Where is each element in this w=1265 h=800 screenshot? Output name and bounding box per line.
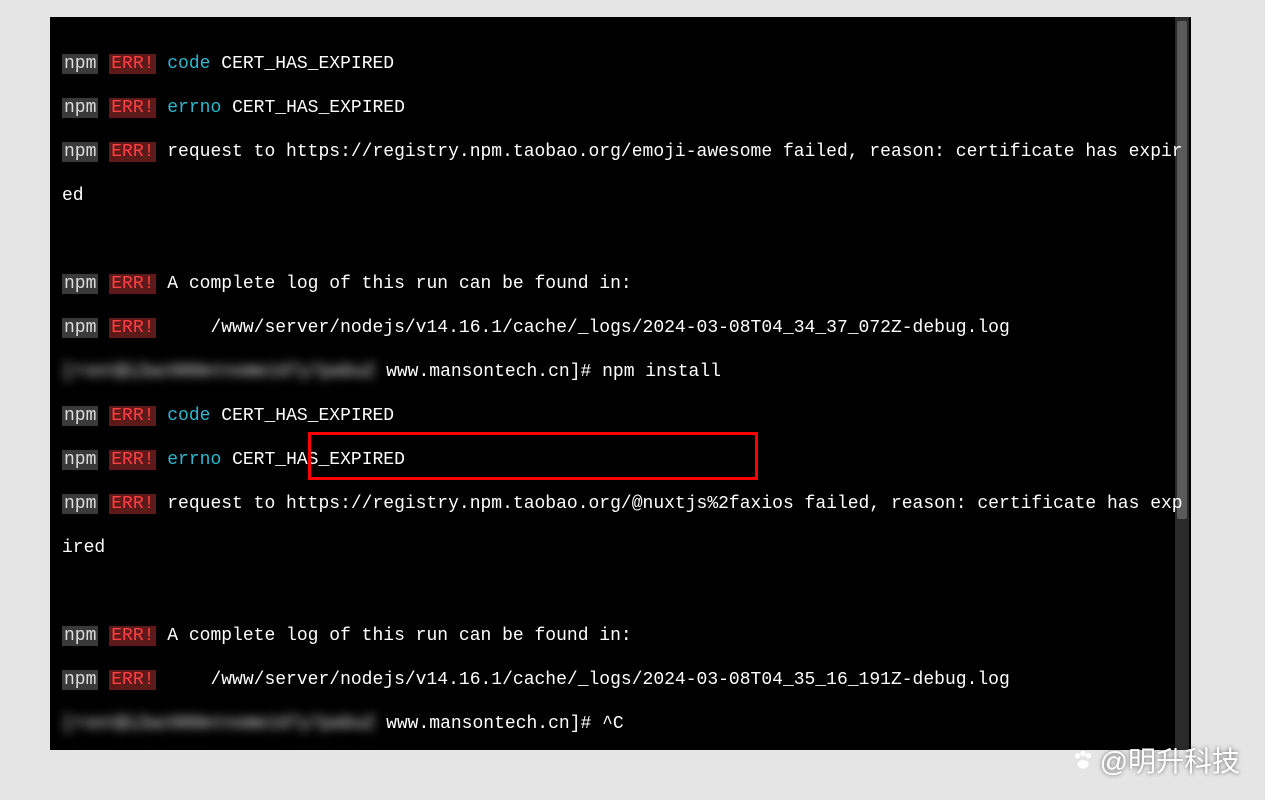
prompt-blurred-1: [root@iZwz980etnome1d7y7pabuZ [62,362,375,382]
request-error-2-cont: ired [62,537,1191,559]
request-error-1: request to https://registry.npm.taobao.o… [156,142,1182,162]
npm-label: npm [62,318,98,338]
npm-label: npm [62,98,98,118]
watermark-text: @明升科技 [1100,740,1240,780]
npm-label: npm [62,450,98,470]
err-code-key-2: code [167,406,210,426]
log-msg-1: A complete log of this run can be found … [156,274,631,294]
err-label: ERR! [109,626,156,646]
errno-key: errno [167,98,221,118]
err-code-key: code [167,54,210,74]
npm-label: npm [62,626,98,646]
err-label: ERR! [109,54,156,74]
watermark: @明升科技 [1070,740,1240,780]
err-label: ERR! [109,98,156,118]
npm-label: npm [62,142,98,162]
prompt-cmd-2: www.mansontech.cn]# ^C [375,714,623,734]
paw-icon [1070,747,1096,773]
npm-label: npm [62,494,98,514]
request-error-2: request to https://registry.npm.taobao.o… [156,494,1182,514]
err-label: ERR! [109,274,156,294]
npm-label: npm [62,54,98,74]
log-path-1: /www/server/nodejs/v14.16.1/cache/_logs/… [156,318,1009,338]
log-path-2: /www/server/nodejs/v14.16.1/cache/_logs/… [156,670,1009,690]
err-label: ERR! [109,670,156,690]
terminal-window[interactable]: npm ERR! code CERT_HAS_EXPIRED npm ERR! … [50,17,1191,750]
npm-label: npm [62,406,98,426]
err-label: ERR! [109,318,156,338]
err-label: ERR! [109,494,156,514]
err-code-val-2: CERT_HAS_EXPIRED [210,406,394,426]
err-label: ERR! [109,406,156,426]
errno-val: CERT_HAS_EXPIRED [221,98,405,118]
errno-key-2: errno [167,450,221,470]
err-code-val: CERT_HAS_EXPIRED [210,54,394,74]
err-label: ERR! [109,450,156,470]
npm-label: npm [62,670,98,690]
request-error-1-cont: ed [62,185,1191,207]
prompt-blurred-2: [root@iZwz980etnome1d7y7pabuZ [62,714,375,734]
err-label: ERR! [109,142,156,162]
log-msg-2: A complete log of this run can be found … [156,626,631,646]
terminal-output: npm ERR! code CERT_HAS_EXPIRED npm ERR! … [50,17,1191,750]
npm-label: npm [62,274,98,294]
prompt-cmd-1: www.mansontech.cn]# npm install [375,362,721,382]
errno-val-2: CERT_HAS_EXPIRED [221,450,405,470]
